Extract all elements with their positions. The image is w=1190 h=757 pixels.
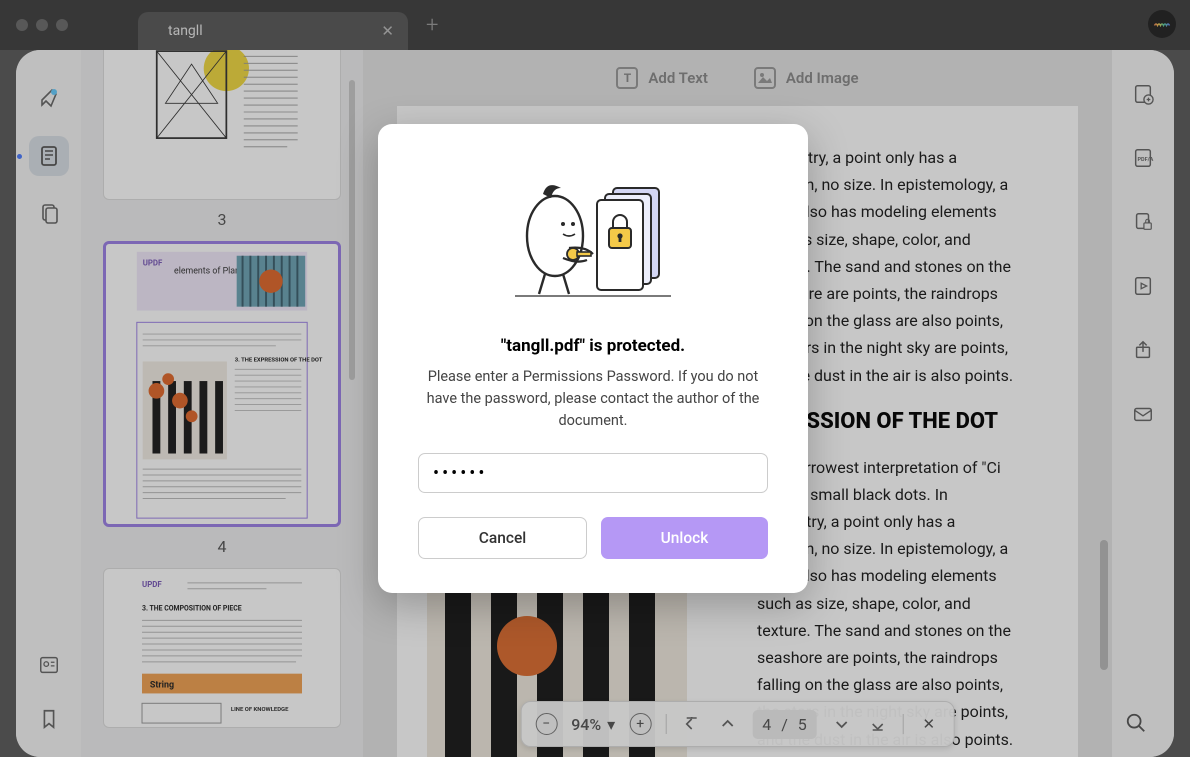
dialog-illustration [503,170,683,310]
dialog-title: "tangll.pdf" is protected. [418,336,768,356]
password-dialog: "tangll.pdf" is protected. Please enter … [378,124,808,593]
cancel-button[interactable]: Cancel [418,517,587,559]
dialog-message: Please enter a Permissions Password. If … [418,366,768,431]
unlock-button[interactable]: Unlock [601,517,768,559]
password-input[interactable] [418,453,768,493]
